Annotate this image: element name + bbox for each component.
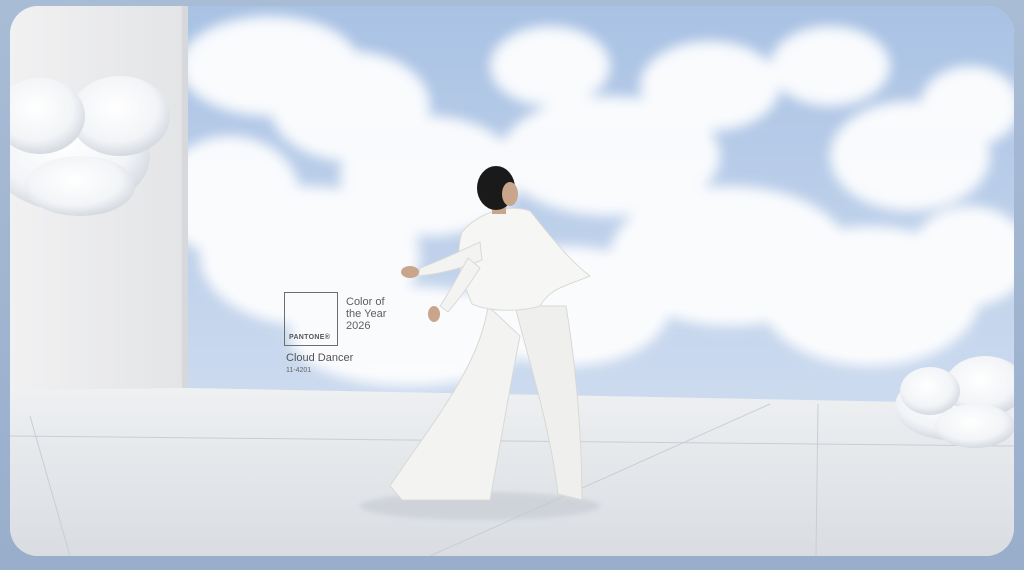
- color-of-the-year-text: Color of the Year 2026: [346, 296, 416, 332]
- color-swatch: PANTONE®: [284, 292, 338, 346]
- wall-edge: [182, 6, 188, 390]
- image-frame: PANTONE® Color of the Year 2026 Cloud Da…: [0, 0, 1024, 570]
- pantone-logo: PANTONE®: [289, 334, 331, 341]
- pantone-label: PANTONE® Color of the Year 2026 Cloud Da…: [284, 292, 414, 382]
- color-name: Cloud Dancer: [286, 352, 354, 364]
- headline-line-1: Color of: [346, 296, 385, 308]
- headline-line-2: the Year: [346, 308, 387, 320]
- headline-year: 2026: [346, 320, 371, 332]
- floor: [10, 388, 1014, 556]
- scene-illustration: [10, 6, 1014, 556]
- color-code: 11-4201: [286, 367, 312, 374]
- campaign-image: PANTONE® Color of the Year 2026 Cloud Da…: [10, 6, 1014, 556]
